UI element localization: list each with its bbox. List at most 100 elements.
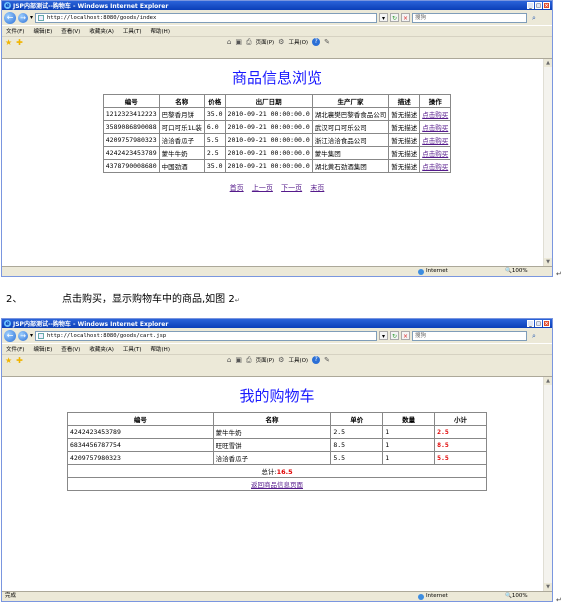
refresh-icon[interactable]: ↻: [390, 331, 400, 340]
home-icon[interactable]: ⌂: [227, 38, 231, 46]
menu-edit[interactable]: 编辑(E): [33, 345, 52, 353]
help-icon[interactable]: ?: [312, 356, 321, 364]
history-dropdown-icon[interactable]: ▾: [30, 14, 33, 21]
feeds-icon[interactable]: ▣: [235, 356, 242, 364]
print-icon[interactable]: ⎙: [246, 38, 252, 47]
minimize-button[interactable]: _: [527, 2, 534, 9]
forward-arrow-icon[interactable]: →: [18, 330, 28, 341]
address-input[interactable]: http://localhost:8080/goods/cart.jsp: [35, 330, 378, 341]
command-toolbar: ★ ✚ ⌂ ▣ ⎙ 页面(P) ⚙ 工具(O) ? ✎: [2, 354, 552, 365]
history-dropdown-icon[interactable]: ▾: [30, 332, 33, 339]
favorites-star-icon[interactable]: ★: [5, 356, 12, 365]
search-icon[interactable]: ⌕: [529, 331, 539, 341]
browser-window-goods-list: e JSP内部测试--购物车 - Windows Internet Explor…: [1, 0, 553, 277]
buy-link[interactable]: 点击购买: [422, 150, 448, 158]
menu-favorites[interactable]: 收藏夹(A): [89, 345, 114, 353]
search-input[interactable]: 搜狗: [412, 330, 528, 341]
address-dropdown-icon[interactable]: ▾: [379, 13, 389, 22]
cell-maker: 浙江洽洽食品公司: [311, 133, 390, 147]
zoom-level[interactable]: 🔍100%: [505, 267, 528, 276]
research-icon[interactable]: ✎: [324, 38, 330, 46]
window-title: JSP内部测试--购物车 - Windows Internet Explorer: [13, 321, 169, 328]
table-row: 4209757980323 洽洽香瓜子 5.5 2010-09-21 00:00…: [102, 133, 452, 147]
research-icon[interactable]: ✎: [324, 356, 330, 364]
cell-subtotal: 5.5: [434, 451, 487, 465]
stop-icon[interactable]: ×: [401, 331, 411, 340]
maximize-button[interactable]: □: [535, 320, 542, 327]
address-dropdown-icon[interactable]: ▾: [379, 331, 389, 340]
refresh-icon[interactable]: ↻: [390, 13, 400, 22]
page-title: 商品信息浏览: [231, 69, 322, 87]
buy-link[interactable]: 点击购买: [422, 137, 448, 145]
cell-maker: 湖北黄石劲酒集团: [311, 159, 390, 173]
menu-file[interactable]: 文件(F): [6, 345, 24, 353]
search-input[interactable]: 搜狗: [412, 12, 528, 23]
title-bar[interactable]: e JSP内部测试--购物车 - Windows Internet Explor…: [2, 319, 552, 328]
menu-help[interactable]: 帮助(H): [151, 345, 170, 353]
prev-page-link[interactable]: 上一页: [252, 184, 273, 192]
buy-link[interactable]: 点击购买: [422, 124, 448, 132]
menu-help[interactable]: 帮助(H): [151, 27, 170, 35]
tools-gear-icon[interactable]: ⚙: [278, 38, 284, 46]
first-page-link[interactable]: 首页: [230, 184, 244, 192]
browser-window-cart: e JSP内部测试--购物车 - Windows Internet Explor…: [1, 318, 553, 602]
minimize-button[interactable]: _: [527, 320, 534, 327]
feeds-icon[interactable]: ▣: [235, 38, 242, 46]
col-header: 编号: [67, 412, 214, 426]
zoom-level[interactable]: 🔍100%: [505, 592, 528, 601]
back-arrow-icon[interactable]: ←: [4, 11, 16, 24]
scroll-up-icon[interactable]: ▲: [544, 377, 552, 385]
search-icon[interactable]: ⌕: [529, 13, 539, 23]
back-to-goods-link[interactable]: 返回商品信息页面: [251, 481, 303, 489]
menu-view[interactable]: 查看(V): [61, 345, 80, 353]
tools-menu[interactable]: 工具(O): [288, 356, 308, 364]
title-bar[interactable]: e JSP内部测试--购物车 - Windows Internet Explor…: [2, 1, 552, 10]
stop-icon[interactable]: ×: [401, 13, 411, 22]
maximize-button[interactable]: □: [535, 2, 542, 9]
add-favorites-icon[interactable]: ✚: [16, 38, 23, 47]
cell-date: 2010-09-21 00:00:00.0: [224, 107, 313, 121]
buy-link[interactable]: 点击购买: [422, 111, 448, 119]
last-page-link[interactable]: 末页: [310, 184, 324, 192]
scroll-down-icon[interactable]: ▼: [544, 258, 552, 266]
buy-link[interactable]: 点击购买: [422, 163, 448, 171]
cell-price: 2.5: [203, 146, 226, 160]
menu-edit[interactable]: 编辑(E): [33, 27, 52, 35]
menu-favorites[interactable]: 收藏夹(A): [89, 27, 114, 35]
vertical-scrollbar[interactable]: ▲ ▼: [543, 59, 552, 266]
cell-name: 中国劲酒: [158, 159, 205, 173]
home-icon[interactable]: ⌂: [227, 356, 231, 364]
cell-name: 洽洽香瓜子: [212, 451, 332, 465]
command-toolbar: ★ ✚ ⌂ ▣ ⎙ 页面(P) ⚙ 工具(O) ? ✎: [2, 36, 552, 47]
page-menu[interactable]: 页面(P): [256, 38, 275, 46]
address-input[interactable]: http://localhost:8080/goods/index: [35, 12, 378, 23]
menu-view[interactable]: 查看(V): [61, 27, 80, 35]
favorites-star-icon[interactable]: ★: [5, 38, 12, 47]
close-button[interactable]: ×: [543, 2, 550, 9]
help-icon[interactable]: ?: [312, 38, 321, 46]
page-menu[interactable]: 页面(P): [256, 356, 275, 364]
cell-price: 35.0: [203, 159, 226, 173]
col-header: 名称: [212, 412, 332, 426]
cart-table: 编号 名称 单价 数量 小计 4242423453789 蒙牛牛奶 2.5 1 …: [67, 412, 487, 491]
cell-price: 5.5: [203, 133, 226, 147]
forward-arrow-icon[interactable]: →: [18, 12, 28, 23]
menu-tools[interactable]: 工具(T): [123, 27, 142, 35]
next-page-link[interactable]: 下一页: [281, 184, 302, 192]
tools-gear-icon[interactable]: ⚙: [278, 356, 284, 364]
add-favorites-icon[interactable]: ✚: [16, 356, 23, 365]
vertical-scrollbar[interactable]: ▲ ▼: [543, 377, 552, 591]
close-button[interactable]: ×: [543, 320, 550, 327]
cell-name: 蒙牛牛奶: [158, 146, 205, 160]
cell-name: 旺旺雪饼: [212, 438, 332, 452]
print-icon[interactable]: ⎙: [246, 356, 252, 365]
menu-file[interactable]: 文件(F): [6, 27, 24, 35]
cell-id: 3589086890088: [102, 120, 160, 134]
scroll-down-icon[interactable]: ▼: [544, 583, 552, 591]
back-arrow-icon[interactable]: ←: [4, 329, 16, 342]
tools-menu[interactable]: 工具(O): [288, 38, 308, 46]
menu-tools[interactable]: 工具(T): [123, 345, 142, 353]
col-header: 小计: [434, 412, 487, 426]
cell-id: 4242423453789: [102, 146, 160, 160]
scroll-up-icon[interactable]: ▲: [544, 59, 552, 67]
